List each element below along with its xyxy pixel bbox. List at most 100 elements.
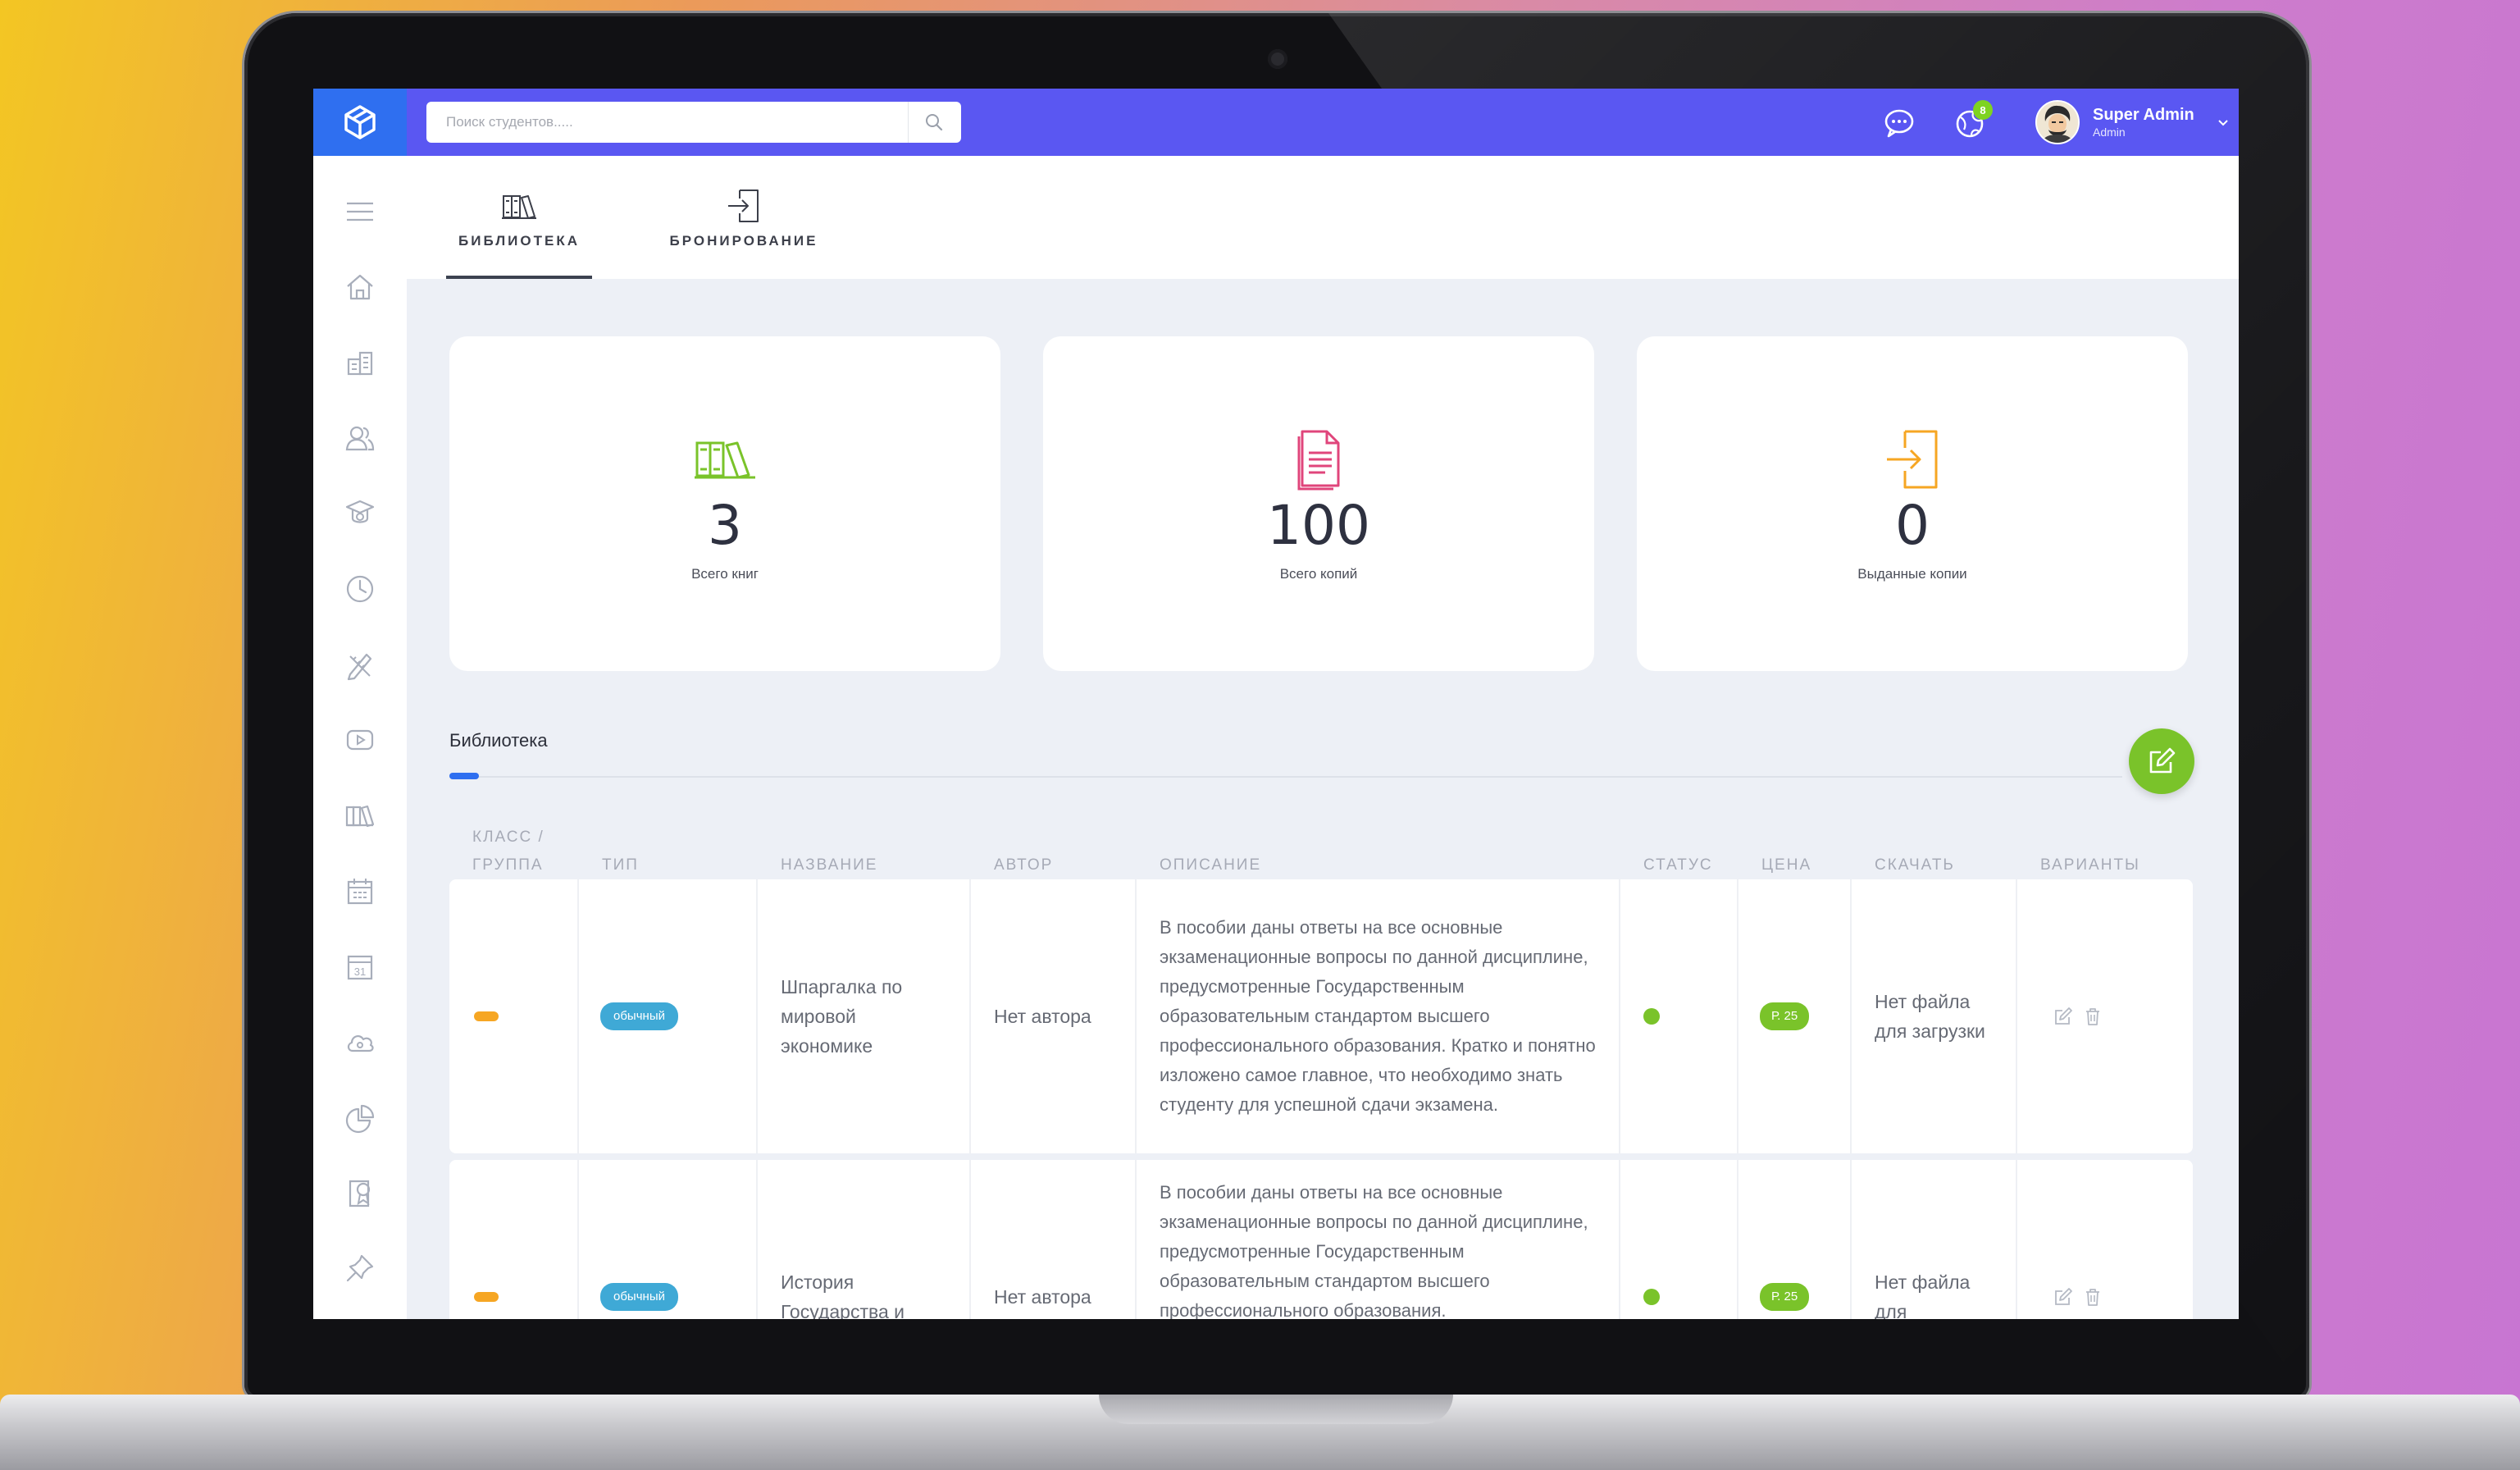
sidebar-item-reports[interactable] xyxy=(342,1099,378,1135)
active-tab-indicator xyxy=(446,276,592,279)
cell-type: обычный xyxy=(577,879,756,1153)
table-row[interactable]: обычный История Государства и Нет автора… xyxy=(449,1160,2193,1319)
sidebar-item-certificates[interactable] xyxy=(342,1175,378,1211)
laptop-base-notch xyxy=(1099,1395,1453,1424)
add-book-button[interactable] xyxy=(2129,728,2194,794)
tab-booking[interactable]: БРОНИРОВАНИЕ xyxy=(658,156,830,279)
book-author: Нет автора xyxy=(994,1286,1091,1308)
pencil-ruler-icon xyxy=(347,653,372,681)
graduation-cap-icon xyxy=(345,500,375,523)
sidebar-item-home[interactable] xyxy=(342,269,378,305)
delete-button[interactable] xyxy=(2078,1002,2108,1031)
calendar-day-label: 31 xyxy=(354,966,366,978)
download-status: Нет файла для xyxy=(1875,1271,1971,1319)
table-row[interactable]: обычный Шпаргалка по мировой экономике Н… xyxy=(449,879,2193,1153)
cell-description: В пособии даны ответы на все основные эк… xyxy=(1135,879,1619,1153)
column-header-download[interactable]: СКАЧАТЬ xyxy=(1875,810,1955,879)
column-header-description[interactable]: ОПИСАНИЕ xyxy=(1160,810,1261,879)
column-header-class-group[interactable]: КЛАСС / ГРУППА xyxy=(472,810,587,879)
book-title: История Государства и xyxy=(781,1271,905,1319)
notifications-button[interactable]: 8 xyxy=(1952,100,1993,141)
tab-library[interactable]: БИБЛИОТЕКА xyxy=(446,156,592,279)
column-header-status[interactable]: СТАТУС xyxy=(1643,810,1713,879)
classroom-icon xyxy=(347,351,373,376)
table-header: КЛАСС / ГРУППА ТИП НАЗВАНИЕ АВТОР ОПИСАН… xyxy=(449,810,2193,879)
column-header-label: СКАЧАТЬ xyxy=(1875,856,1955,874)
cell-options xyxy=(2016,879,2193,1153)
cell-title: Шпаргалка по мировой экономике xyxy=(756,879,969,1153)
laptop-camera xyxy=(1268,49,1287,69)
column-header-label: СТАТУС xyxy=(1643,856,1713,874)
cell-price: Р. 25 xyxy=(1737,1160,1850,1319)
sidebar-item-video[interactable] xyxy=(342,722,378,758)
stat-icon-wrap xyxy=(1882,428,1943,491)
certificate-icon xyxy=(349,1180,371,1208)
cloud-icon xyxy=(347,1034,374,1052)
column-header-label: ЦЕНА xyxy=(1761,856,1812,874)
edit-icon xyxy=(2055,1007,2072,1025)
delete-button[interactable] xyxy=(2078,1282,2108,1312)
cell-status xyxy=(1619,1160,1737,1319)
edit-button[interactable] xyxy=(2048,1282,2078,1312)
price-badge: Р. 25 xyxy=(1760,1283,1810,1311)
sidebar-menu-toggle[interactable] xyxy=(342,194,378,230)
pie-chart-icon xyxy=(345,1104,375,1134)
price-badge: Р. 25 xyxy=(1760,1002,1810,1030)
sidebar-item-cloud[interactable] xyxy=(342,1024,378,1060)
book-title: Шпаргалка по мировой экономике xyxy=(781,976,903,1057)
users-icon xyxy=(345,426,375,451)
stat-label: Всего копий xyxy=(1279,566,1358,582)
chat-button[interactable] xyxy=(1881,105,1917,141)
sidebar-item-events[interactable] xyxy=(342,873,378,909)
stat-label: Всего книг xyxy=(691,566,759,582)
document-icon xyxy=(1297,430,1340,491)
cell-status xyxy=(1619,879,1737,1153)
status-dot xyxy=(1643,1008,1660,1025)
sidebar-item-teachers[interactable] xyxy=(342,495,378,532)
search-icon[interactable] xyxy=(925,113,943,131)
column-header-label: АВТОР xyxy=(994,856,1054,874)
calendar-grid-icon xyxy=(347,879,373,905)
column-header-type[interactable]: ТИП xyxy=(602,810,639,879)
user-role: Admin xyxy=(2093,126,2126,139)
column-header-options[interactable]: ВАРИАНТЫ xyxy=(2040,810,2140,879)
sidebar-item-schedule[interactable] xyxy=(342,571,378,607)
library-icon xyxy=(345,805,375,828)
book-description: В пособии даны ответы на все основные эк… xyxy=(1160,917,1596,1115)
home-icon xyxy=(347,274,373,300)
sidebar-item-pinned[interactable] xyxy=(342,1250,378,1286)
video-icon xyxy=(346,729,374,751)
status-dot xyxy=(1643,1289,1660,1305)
tab-library-label: БИБЛИОТЕКА xyxy=(458,233,580,249)
trash-icon xyxy=(2086,1289,2099,1306)
cell-title: История Государства и xyxy=(756,1160,969,1319)
cell-author: Нет автора xyxy=(969,879,1135,1153)
section-divider xyxy=(449,776,2122,778)
cell-description: В пособии даны ответы на все основные эк… xyxy=(1135,1160,1619,1319)
clock-icon xyxy=(346,575,374,603)
sidebar-item-classes[interactable] xyxy=(342,345,378,381)
column-header-price[interactable]: ЦЕНА xyxy=(1761,810,1811,879)
user-menu[interactable]: Super Admin Admin xyxy=(2035,98,2229,146)
column-header-title[interactable]: НАЗВАНИЕ xyxy=(781,810,877,879)
app-logo[interactable] xyxy=(313,89,407,156)
chevron-down-icon[interactable] xyxy=(2217,118,2229,126)
edit-icon xyxy=(2055,1288,2072,1305)
search-bar xyxy=(426,102,961,143)
cell-class-group xyxy=(449,1160,577,1319)
sidebar-item-library[interactable] xyxy=(342,797,378,833)
stat-label: Выданные копии xyxy=(1857,566,1967,582)
tab-library-icon-wrap xyxy=(500,187,538,225)
sidebar-item-calendar[interactable]: 31 xyxy=(342,948,378,984)
search-input[interactable] xyxy=(444,113,891,131)
column-header-label: НАЗВАНИЕ xyxy=(781,856,878,874)
books-icon xyxy=(695,441,755,479)
chat-bubble-icon xyxy=(1884,109,1914,138)
column-header-author[interactable]: АВТОР xyxy=(994,810,1053,879)
avatar-portrait-icon xyxy=(2037,102,2078,143)
edit-button[interactable] xyxy=(2048,1002,2078,1031)
tab-booking-label: БРОНИРОВАНИЕ xyxy=(669,233,818,249)
sidebar-item-students[interactable] xyxy=(342,420,378,456)
notification-count-badge: 8 xyxy=(1973,100,1993,120)
sidebar-item-exams[interactable] xyxy=(342,646,378,682)
